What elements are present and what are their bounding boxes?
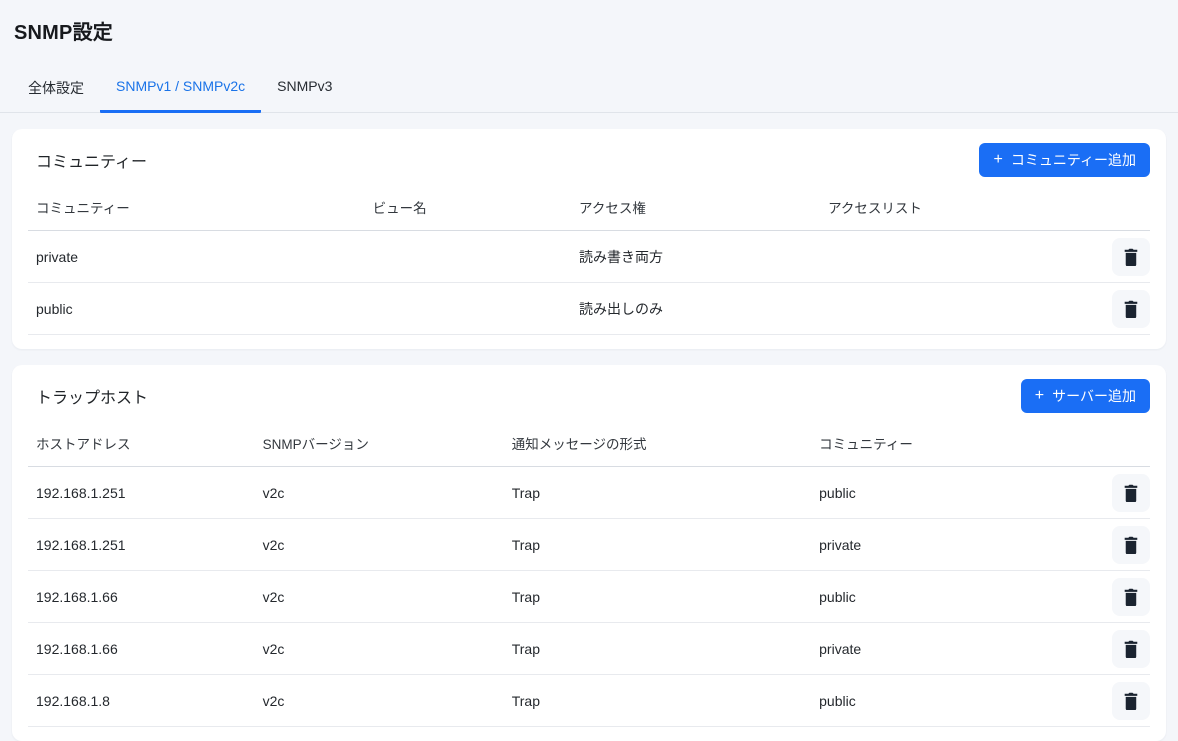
plus-icon: + [1035,388,1044,404]
snmp-version-cell: v2c [255,675,504,727]
column-header-community: コミュニティー [28,183,365,231]
delete-community-button[interactable] [1112,238,1150,276]
community-cell: public [811,467,1075,519]
host-address-cell: 192.168.1.66 [28,623,255,675]
community-name-cell: private [28,231,365,283]
community-table-header-row: コミュニティー ビュー名 アクセス権 アクセスリスト [28,183,1150,231]
delete-trap-host-button[interactable] [1112,682,1150,720]
notification-format-cell: Trap [504,675,811,727]
notification-format-cell: Trap [504,571,811,623]
column-header-host-address: ホストアドレス [28,419,255,467]
access-list-cell [820,283,1075,335]
community-table: コミュニティー ビュー名 アクセス権 アクセスリスト private 読み書き両… [28,183,1150,335]
add-server-button-label: サーバー追加 [1052,386,1136,406]
column-header-access-list: アクセスリスト [820,183,1075,231]
trap-host-card: トラップホスト + サーバー追加 ホストアドレス SNMPバージョン 通知メッセ… [12,365,1166,741]
view-name-cell [365,231,571,283]
add-community-button[interactable]: + コミュニティー追加 [979,143,1150,177]
community-cell: private [811,623,1075,675]
host-address-cell: 192.168.1.251 [28,519,255,571]
column-header-community: コミュニティー [811,419,1075,467]
community-cell: private [811,519,1075,571]
host-address-cell: 192.168.1.251 [28,467,255,519]
trash-icon [1123,692,1139,710]
table-row: public 読み出しのみ [28,283,1150,335]
trash-icon [1123,536,1139,554]
notification-format-cell: Trap [504,623,811,675]
trap-host-table: ホストアドレス SNMPバージョン 通知メッセージの形式 コミュニティー 192… [28,419,1150,727]
community-cell: public [811,675,1075,727]
table-row: 192.168.1.251 v2c Trap private [28,519,1150,571]
community-cell: public [811,571,1075,623]
trash-icon [1123,640,1139,658]
column-header-actions [1075,419,1150,467]
table-row: 192.168.1.66 v2c Trap private [28,623,1150,675]
column-header-access-rights: アクセス権 [571,183,820,231]
snmp-version-cell: v2c [255,623,504,675]
trash-icon [1123,300,1139,318]
trash-icon [1123,248,1139,266]
delete-trap-host-button[interactable] [1112,474,1150,512]
host-address-cell: 192.168.1.8 [28,675,255,727]
community-section-title: コミュニティー [36,148,147,172]
access-list-cell [820,231,1075,283]
snmp-version-cell: v2c [255,519,504,571]
delete-community-button[interactable] [1112,290,1150,328]
column-header-snmp-version: SNMPバージョン [255,419,504,467]
tabbar: 全体設定 SNMPv1 / SNMPv2c SNMPv3 [0,67,1178,113]
delete-trap-host-button[interactable] [1112,578,1150,616]
tab-snmpv3[interactable]: SNMPv3 [261,67,348,113]
access-rights-cell: 読み出しのみ [571,283,820,335]
delete-trap-host-button[interactable] [1112,630,1150,668]
community-card: コミュニティー + コミュニティー追加 コミュニティー ビュー名 アクセス権 ア… [12,129,1166,349]
trap-host-section-title: トラップホスト [36,384,148,408]
view-name-cell [365,283,571,335]
page-title: SNMP設定 [0,0,1178,45]
plus-icon: + [993,152,1002,168]
snmp-version-cell: v2c [255,571,504,623]
trash-icon [1123,484,1139,502]
delete-trap-host-button[interactable] [1112,526,1150,564]
access-rights-cell: 読み書き両方 [571,231,820,283]
tab-general-settings[interactable]: 全体設定 [12,67,100,113]
add-server-button[interactable]: + サーバー追加 [1021,379,1150,413]
column-header-notification-format: 通知メッセージの形式 [504,419,811,467]
table-row: 192.168.1.251 v2c Trap public [28,467,1150,519]
table-row: 192.168.1.66 v2c Trap public [28,571,1150,623]
notification-format-cell: Trap [504,519,811,571]
trash-icon [1123,588,1139,606]
tab-snmpv1-v2c[interactable]: SNMPv1 / SNMPv2c [100,67,261,113]
notification-format-cell: Trap [504,467,811,519]
table-row: private 読み書き両方 [28,231,1150,283]
add-community-button-label: コミュニティー追加 [1011,150,1136,170]
snmp-version-cell: v2c [255,467,504,519]
table-row: 192.168.1.8 v2c Trap public [28,675,1150,727]
community-name-cell: public [28,283,365,335]
host-address-cell: 192.168.1.66 [28,571,255,623]
column-header-actions [1075,183,1150,231]
trap-host-table-header-row: ホストアドレス SNMPバージョン 通知メッセージの形式 コミュニティー [28,419,1150,467]
column-header-view-name: ビュー名 [365,183,571,231]
